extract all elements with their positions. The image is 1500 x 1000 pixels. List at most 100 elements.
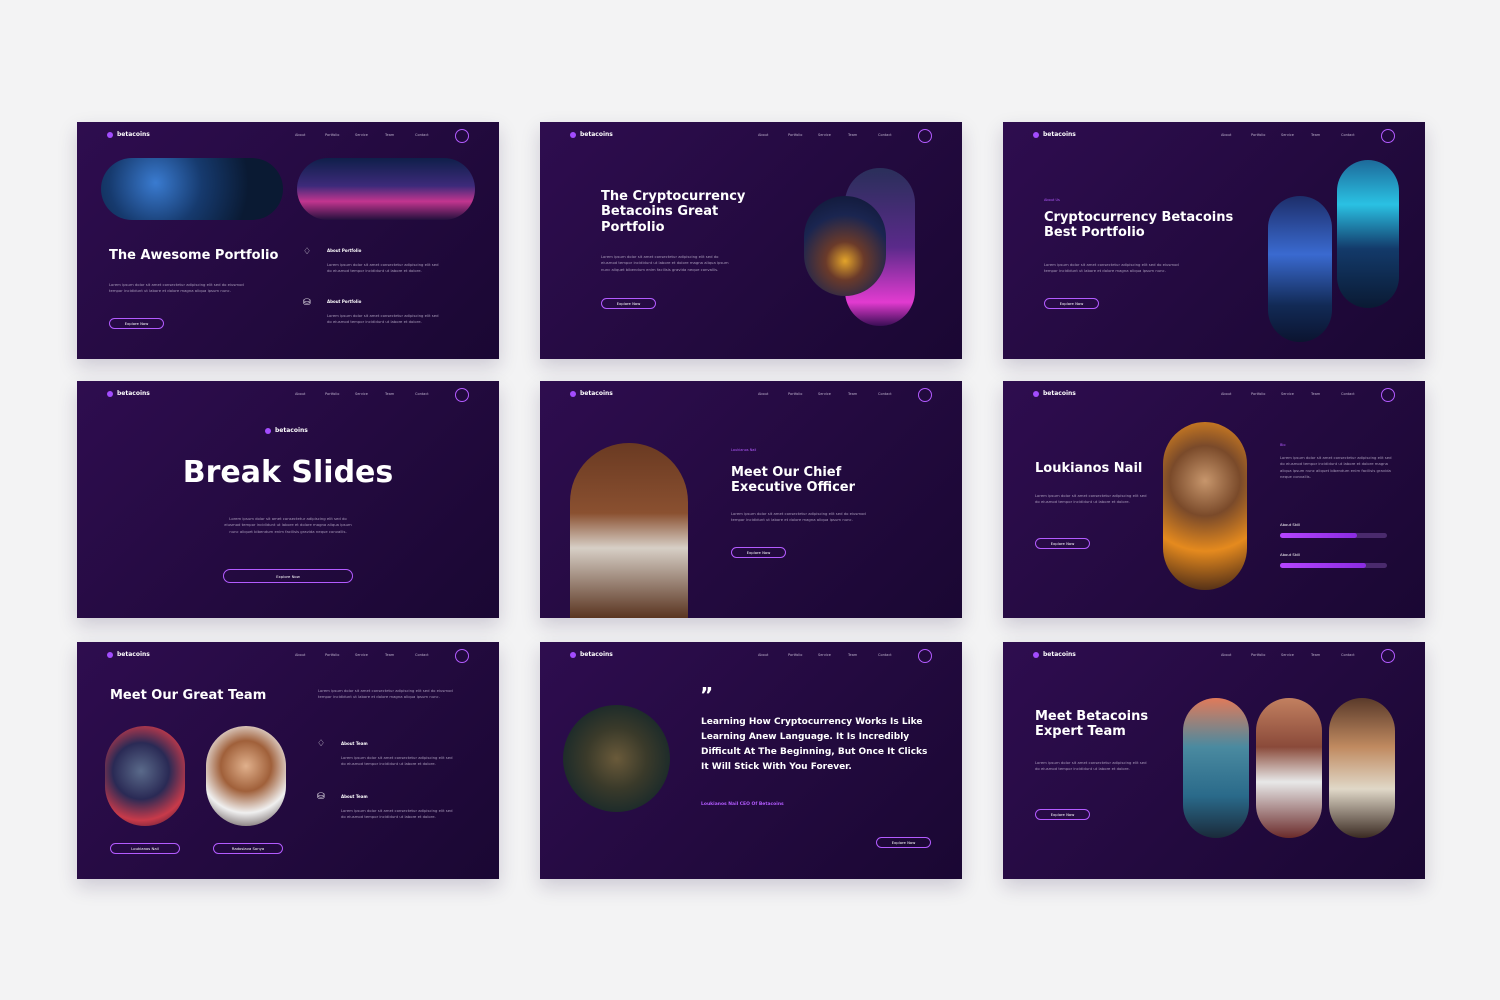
brand-logo[interactable]: betacoins xyxy=(1033,651,1076,658)
explore-button[interactable]: Explore Now xyxy=(1035,538,1090,549)
slide-quote[interactable]: betacoins About Portfolio Service Team Contac… xyxy=(540,642,962,879)
ring-icon[interactable] xyxy=(918,388,932,402)
ring-icon[interactable] xyxy=(918,129,932,143)
explore-button[interactable]: Explore Now xyxy=(1035,809,1090,820)
kicker: Loukianos Nail xyxy=(731,448,757,452)
explore-button[interactable]: Explore Now xyxy=(876,837,931,848)
nav-item[interactable]: Team xyxy=(385,133,415,137)
nav-item[interactable]: About xyxy=(758,392,788,396)
nav-item[interactable]: Contact xyxy=(1341,653,1371,657)
ceo-photo xyxy=(570,443,688,618)
nav-item[interactable]: About xyxy=(1221,653,1251,657)
kicker: About Us xyxy=(1044,198,1060,202)
nav-item[interactable]: Service xyxy=(1281,653,1311,657)
nav-item[interactable]: Team xyxy=(1311,392,1341,396)
nav-item[interactable]: Team xyxy=(385,653,415,657)
ring-icon[interactable] xyxy=(918,649,932,663)
ring-icon[interactable] xyxy=(455,129,469,143)
slide-title: Cryptocurrency Betacoins Best Portfolio xyxy=(1044,210,1234,241)
brand-name: betacoins xyxy=(580,131,613,138)
ring-icon[interactable] xyxy=(1381,388,1395,402)
feature-text: Lorem ipsum dolor sit amet consectetur a… xyxy=(341,755,453,767)
nav-item[interactable]: Portfolio xyxy=(325,392,355,396)
slide-portfolio-awesome[interactable]: betacoins About Portfolio Service Team Contac… xyxy=(77,122,499,359)
nav-item[interactable]: Team xyxy=(385,392,415,396)
nav-item[interactable]: Team xyxy=(1311,133,1341,137)
nav-item[interactable]: Contact xyxy=(415,653,445,657)
nav-item[interactable]: Service xyxy=(355,133,385,137)
nav-item[interactable]: Service xyxy=(818,653,848,657)
nav-item[interactable]: Team xyxy=(848,133,878,137)
nav-item[interactable]: Service xyxy=(355,653,385,657)
diamond-icon: ♢ xyxy=(317,739,326,749)
nav-item[interactable]: Team xyxy=(848,392,878,396)
explore-button[interactable]: Explore Now xyxy=(601,298,656,309)
nav-item[interactable]: Contact xyxy=(415,392,445,396)
team-member-photo-1 xyxy=(105,726,185,826)
feature-title: About Portfolio xyxy=(327,248,362,253)
slide-body: Lorem ipsum dolor sit amet consectetur a… xyxy=(224,516,352,534)
ring-icon[interactable] xyxy=(1381,129,1395,143)
car-night-photo xyxy=(804,196,886,296)
ring-icon[interactable] xyxy=(455,649,469,663)
brand-name: betacoins xyxy=(1043,131,1076,138)
explore-button[interactable]: Explore Now xyxy=(1044,298,1099,309)
member-2-button[interactable]: Radoslava Sonya xyxy=(213,843,283,854)
brand-logo[interactable]: betacoins xyxy=(107,131,150,138)
team-member-photo-2 xyxy=(206,726,286,826)
brand-logo[interactable]: betacoins xyxy=(570,390,613,397)
nav-item[interactable]: Contact xyxy=(878,392,908,396)
brand-logo[interactable]: betacoins xyxy=(570,651,613,658)
nav-item[interactable]: Portfolio xyxy=(788,133,818,137)
nav-item[interactable]: Team xyxy=(848,653,878,657)
slide-best-portfolio[interactable]: betacoins About Portfolio Service Team Contac… xyxy=(1003,122,1425,359)
nav-item[interactable]: Contact xyxy=(1341,133,1371,137)
slide-topbar: betacoins About Portfolio Service Team Contac… xyxy=(77,642,499,668)
nav-item[interactable]: Portfolio xyxy=(1251,392,1281,396)
logo-dot-icon xyxy=(265,427,271,434)
nav-item[interactable]: Portfolio xyxy=(1251,133,1281,137)
nav-item[interactable]: Team xyxy=(1311,653,1341,657)
nav-item[interactable]: About xyxy=(295,653,325,657)
nav-item[interactable]: About xyxy=(1221,392,1251,396)
neon-sign-photo xyxy=(1337,160,1399,308)
nav-item[interactable]: About xyxy=(1221,133,1251,137)
nav-item[interactable]: About xyxy=(758,653,788,657)
nav-item[interactable]: Portfolio xyxy=(788,392,818,396)
nav-item[interactable]: Portfolio xyxy=(325,133,355,137)
nav-item[interactable]: Contact xyxy=(415,133,445,137)
brand-logo[interactable]: betacoins xyxy=(107,390,150,397)
slide-crypto-portfolio[interactable]: betacoins About Portfolio Service Team Contac… xyxy=(540,122,962,359)
nav-item[interactable]: Portfolio xyxy=(1251,653,1281,657)
brand-logo[interactable]: betacoins xyxy=(1033,390,1076,397)
slide-break[interactable]: betacoins About Portfolio Service Team Contac… xyxy=(77,381,499,618)
nav-item[interactable]: Contact xyxy=(878,653,908,657)
nav-item[interactable]: About xyxy=(295,392,325,396)
nav-item[interactable]: Contact xyxy=(878,133,908,137)
brand-logo[interactable]: betacoins xyxy=(107,651,150,658)
brand-logo[interactable]: betacoins xyxy=(1033,131,1076,138)
explore-button[interactable]: Explore Now xyxy=(731,547,786,558)
nav-item[interactable]: Service xyxy=(818,392,848,396)
nav-item[interactable]: Service xyxy=(818,133,848,137)
nav-item[interactable]: Portfolio xyxy=(788,653,818,657)
slide-team[interactable]: betacoins About Portfolio Service Team Contac… xyxy=(77,642,499,879)
nav-item[interactable]: Service xyxy=(1281,133,1311,137)
nav-item[interactable]: Portfolio xyxy=(325,653,355,657)
nav-item[interactable]: Contact xyxy=(1341,392,1371,396)
skyline-photo xyxy=(1268,196,1332,342)
member-1-button[interactable]: Loukianos Nail xyxy=(110,843,180,854)
explore-button[interactable]: Explore Now xyxy=(109,318,164,329)
nav-item[interactable]: Service xyxy=(355,392,385,396)
slide-profile[interactable]: betacoins About Portfolio Service Team Contac… xyxy=(1003,381,1425,618)
nav-item[interactable]: Service xyxy=(1281,392,1311,396)
explore-button[interactable]: Explore Now xyxy=(223,569,353,583)
slide-ceo[interactable]: betacoins About Portfolio Service Team Contac… xyxy=(540,381,962,618)
ring-icon[interactable] xyxy=(1381,649,1395,663)
ring-icon[interactable] xyxy=(455,388,469,402)
brand-logo[interactable]: betacoins xyxy=(570,131,613,138)
nav-item[interactable]: About xyxy=(758,133,788,137)
nav-item[interactable]: About xyxy=(295,133,325,137)
slide-expert-team[interactable]: betacoins About Portfolio Service Team Contac… xyxy=(1003,642,1425,879)
brand-name: betacoins xyxy=(117,651,150,658)
